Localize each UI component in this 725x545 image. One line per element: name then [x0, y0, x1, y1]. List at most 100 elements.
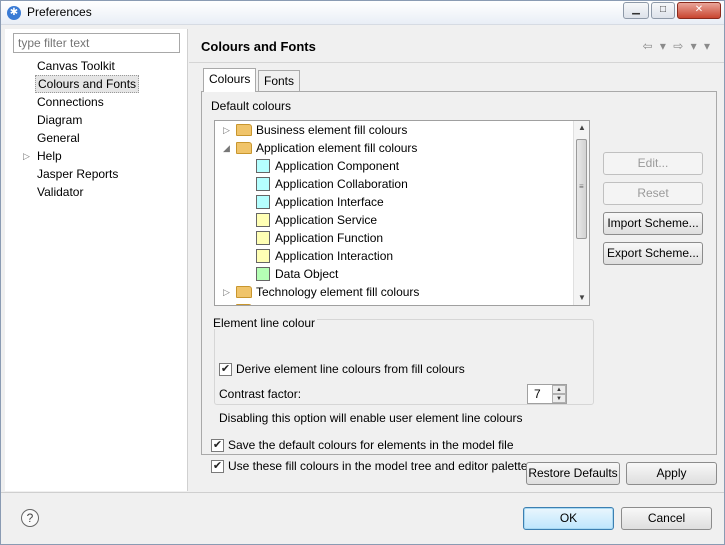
history-nav-buttons[interactable]: ⇦ ▾ ⇨ ▾ ▾	[642, 39, 712, 53]
page-title: Colours and Fonts	[201, 39, 316, 54]
filter-input[interactable]	[13, 33, 180, 53]
use-fill-colours-checkbox[interactable]: ✔	[211, 460, 224, 473]
folder-icon	[236, 286, 252, 298]
close-button[interactable]: ✕	[677, 2, 721, 19]
help-icon[interactable]: ?	[21, 509, 39, 527]
colour-item-row[interactable]: Application Component	[215, 157, 571, 175]
contrast-factor-label: Contrast factor:	[219, 387, 302, 401]
colour-item-row[interactable]: Application Service	[215, 211, 571, 229]
tab-colours[interactable]: Colours	[203, 68, 257, 92]
pref-tree-item-label: General	[37, 131, 80, 145]
colour-swatch	[256, 267, 270, 281]
header-divider	[189, 62, 724, 63]
colour-item-label: Application Component	[275, 159, 400, 173]
colour-tree-scrollbar[interactable]: ▲ ≡ ▼	[573, 121, 589, 305]
grip-icon: ≡	[579, 182, 584, 191]
pref-tree-item[interactable]: Jasper Reports	[5, 165, 185, 183]
pref-tree-item-label: Jasper Reports	[37, 167, 119, 181]
pref-tree-item-label: Diagram	[37, 113, 83, 127]
colour-swatch	[256, 249, 270, 263]
colour-category-row[interactable]: ◢ Application element fill colours	[215, 139, 571, 157]
colour-category-label: Application element fill colours	[256, 141, 418, 155]
colour-item-row[interactable]: Data Object	[215, 265, 571, 283]
colour-item-row[interactable]: Application Function	[215, 229, 571, 247]
save-default-colours-checkbox[interactable]: ✔	[211, 439, 224, 452]
reset-button[interactable]: Reset	[603, 182, 703, 205]
colours-tab-panel: Default colours ▷ Business element fill c…	[201, 91, 717, 473]
folder-icon	[236, 304, 252, 305]
pref-tree-item[interactable]: Connections	[5, 93, 185, 111]
minimize-button[interactable]: ▁	[623, 2, 649, 19]
use-fill-colours-label: Use these fill colours in the model tree…	[228, 459, 528, 473]
folder-icon	[236, 142, 252, 154]
pref-tree-item[interactable]: Canvas Toolkit	[5, 57, 185, 75]
folder-icon	[236, 124, 252, 136]
scroll-down-arrow-icon[interactable]: ▼	[574, 291, 589, 305]
ok-button[interactable]: OK	[523, 507, 614, 530]
expand-arrow-icon[interactable]: ▷	[223, 283, 233, 301]
import-scheme-button[interactable]: Import Scheme...	[603, 212, 703, 235]
colour-item-row[interactable]: Application Interaction	[215, 247, 571, 265]
spin-up-icon[interactable]: ▲	[552, 385, 566, 394]
colour-swatch	[256, 195, 270, 209]
pref-tree-item-label: Validator	[37, 185, 84, 199]
element-line-colour-legend: Element line colour	[211, 316, 318, 330]
pref-tree-item-label: Colours and Fonts	[35, 75, 140, 93]
contrast-factor-value[interactable]: 7	[534, 387, 541, 401]
line-colour-note: Disabling this option will enable user e…	[219, 411, 523, 425]
app-icon: ✱	[7, 6, 21, 20]
colour-item-label: Application Interaction	[275, 249, 394, 263]
colour-category-label: Technology element fill colours	[256, 285, 420, 299]
pref-tree-item[interactable]: Validator	[5, 183, 185, 201]
restore-defaults-button[interactable]: Restore Defaults	[526, 462, 620, 485]
expand-arrow-icon[interactable]: ▷	[23, 147, 33, 165]
apply-button[interactable]: Apply	[626, 462, 717, 485]
window-title: Preferences	[27, 5, 92, 19]
expand-arrow-icon[interactable]: ◢	[223, 139, 233, 157]
colour-swatch	[256, 177, 270, 191]
pref-tree-item-label: Canvas Toolkit	[37, 59, 115, 73]
pref-tree-item[interactable]: Diagram	[5, 111, 185, 129]
colour-category-row[interactable]: ▷ Motivation element fill colours	[215, 301, 571, 305]
cancel-button[interactable]: Cancel	[621, 507, 712, 530]
colour-tree[interactable]: ▷ Business element fill colours ◢ Applicati…	[214, 120, 590, 306]
scroll-thumb[interactable]: ≡	[576, 139, 587, 239]
colour-item-label: Application Interface	[275, 195, 384, 209]
export-scheme-button[interactable]: Export Scheme...	[603, 242, 703, 265]
colour-item-label: Application Collaboration	[275, 177, 408, 191]
derive-line-colours-checkbox[interactable]: ✔	[219, 363, 232, 376]
colour-category-label: Business element fill colours	[256, 123, 408, 137]
colour-category-row[interactable]: ▷ Business element fill colours	[215, 121, 571, 139]
preference-page: Colours and Fonts ⇦ ▾ ⇨ ▾ ▾ Colours Font…	[189, 29, 724, 491]
pref-tree-item[interactable]: General	[5, 129, 185, 147]
contrast-factor-spinner[interactable]: 7 ▲ ▼	[527, 384, 567, 404]
maximize-button[interactable]: □	[651, 2, 675, 19]
colour-swatch	[256, 231, 270, 245]
expand-arrow-icon[interactable]: ▷	[223, 301, 233, 305]
colour-category-label: Motivation element fill colours	[256, 301, 413, 305]
colour-swatch	[256, 159, 270, 173]
colour-swatch	[256, 213, 270, 227]
pref-tree-item[interactable]: ▷ Help	[5, 147, 185, 165]
spin-down-icon[interactable]: ▼	[552, 394, 566, 403]
pref-tree-item-label: Connections	[37, 95, 104, 109]
colour-item-label: Data Object	[275, 267, 339, 281]
colour-item-label: Application Service	[275, 213, 378, 227]
colour-category-row[interactable]: ▷ Technology element fill colours	[215, 283, 571, 301]
footer-divider	[1, 492, 724, 493]
expand-arrow-icon[interactable]: ▷	[223, 121, 233, 139]
colour-item-row[interactable]: Application Interface	[215, 193, 571, 211]
derive-line-colours-label: Derive element line colours from fill co…	[236, 362, 465, 376]
title-bar: ✱ Preferences ▁ □ ✕	[1, 1, 724, 25]
pref-tree-item-label: Help	[37, 149, 62, 163]
save-default-colours-label: Save the default colours for elements in…	[228, 438, 514, 452]
default-colours-label: Default colours	[211, 99, 292, 113]
colour-item-label: Application Function	[275, 231, 384, 245]
colour-item-row[interactable]: Application Collaboration	[215, 175, 571, 193]
pref-tree-item[interactable]: Colours and Fonts	[5, 75, 185, 93]
preferences-window: ✱ Preferences ▁ □ ✕ Canvas Toolkit Colour…	[0, 0, 725, 545]
preference-tree-pane: Canvas Toolkit Colours and Fonts Connectio…	[5, 29, 188, 491]
tab-fonts[interactable]: Fonts	[258, 70, 301, 92]
scroll-up-arrow-icon[interactable]: ▲	[574, 121, 589, 135]
edit-button[interactable]: Edit...	[603, 152, 703, 175]
